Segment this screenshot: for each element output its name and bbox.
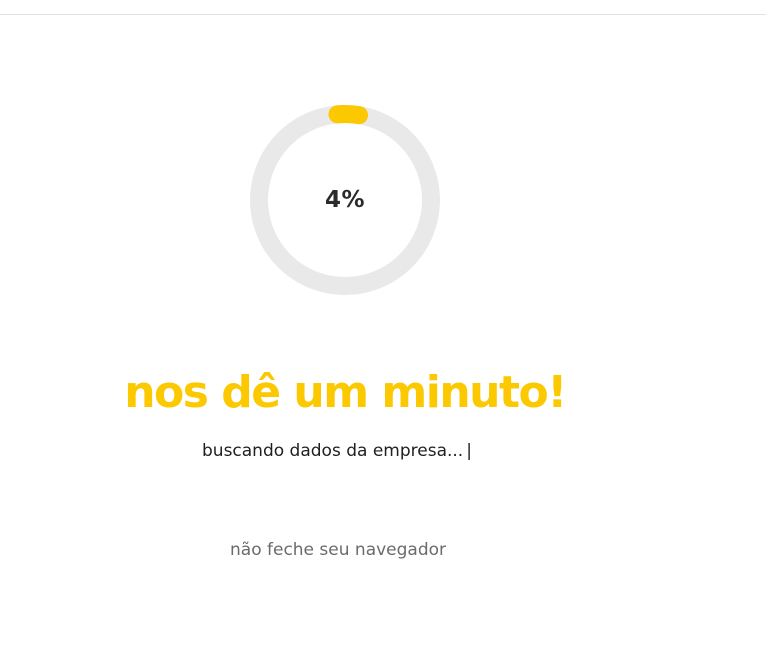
loading-page: 4% nos dê um minuto! buscando dados da e… — [0, 0, 766, 662]
progress-ring: 4% — [250, 105, 440, 295]
top-divider — [0, 14, 766, 15]
typing-caret: | — [466, 441, 472, 461]
headline: nos dê um minuto! — [124, 367, 567, 418]
status-line: buscando dados da empresa... | — [202, 438, 472, 464]
status-text: buscando dados da empresa... — [202, 441, 464, 461]
progress-percent: 4% — [324, 187, 366, 213]
browser-warning: não feche seu navegador — [230, 540, 447, 560]
